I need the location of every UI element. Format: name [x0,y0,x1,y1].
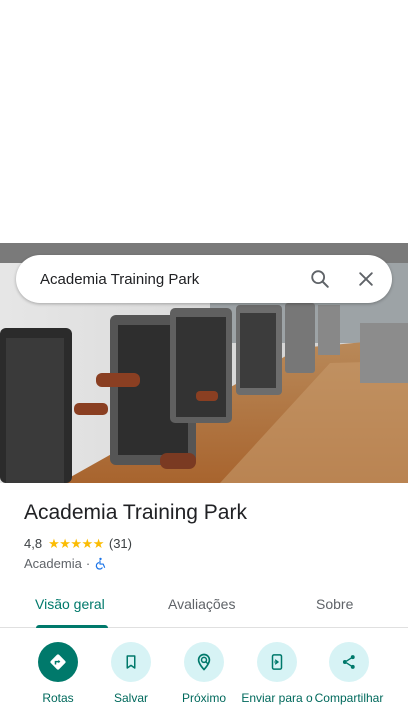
place-title: Academia Training Park [24,501,247,524]
tab-bar: Visão geral Avaliações Sobre [0,584,408,628]
send-to-phone-label: Enviar para o [241,691,313,705]
search-bar[interactable]: Academia Training Park [16,255,392,303]
tab-about[interactable]: Sobre [316,596,353,612]
search-button[interactable] [300,259,340,299]
tab-overview[interactable]: Visão geral [35,596,105,612]
directions-label: Rotas [42,691,74,705]
place-category: Academia [24,556,82,571]
send-to-phone-button[interactable]: Enviar para o [237,642,317,705]
save-button[interactable]: Salvar [91,642,171,705]
active-tab-indicator [36,625,108,628]
action-bar: Rotas Salvar Próximo Enviar para o Compa… [0,640,408,726]
search-query[interactable]: Academia Training Park [40,271,300,288]
rating-row[interactable]: 4,8 ★★★★★ (31) [24,536,132,551]
directions-icon [50,654,66,670]
tab-reviews[interactable]: Avaliações [168,596,235,612]
nearby-label: Próximo [181,691,226,705]
rating-value: 4,8 [24,536,43,551]
save-label: Salvar [113,691,148,705]
close-icon [359,272,373,286]
review-count[interactable]: (31) [109,536,132,551]
share-icon [342,655,355,669]
send-to-phone-icon [271,654,283,670]
stars-glyphs: ★★★★★ [48,535,104,551]
nearby-icon [197,653,211,671]
wheelchair-accessible-icon [95,557,106,570]
nearby-button[interactable]: Próximo [164,642,244,705]
clear-button[interactable] [346,259,386,299]
share-button[interactable]: Compartilhar [309,642,389,705]
bookmark-icon [126,655,136,669]
map-area[interactable] [0,0,408,243]
category-row: Academia · [24,556,107,571]
star-rating: ★★★★★ [48,535,104,551]
share-label: Compartilhar [314,691,384,705]
separator-dot: · [85,556,91,571]
directions-button[interactable]: Rotas [18,642,98,705]
search-icon [311,270,329,288]
